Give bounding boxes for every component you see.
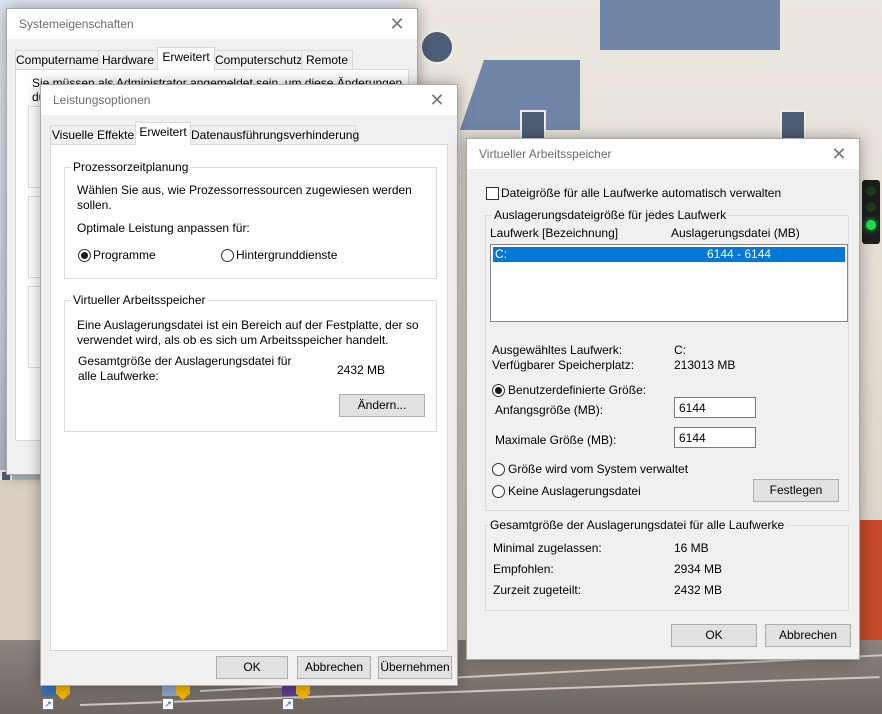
change-button[interactable]: Ändern... xyxy=(339,394,425,417)
ok-button[interactable]: OK xyxy=(671,624,757,647)
recommended-label: Empfohlen: xyxy=(493,562,554,576)
drive-size: 6144 - 6144 xyxy=(707,247,772,261)
group-title: Gesamtgröße der Auslagerungsdatei für al… xyxy=(488,518,787,532)
group-title: Auslagerungsdateigröße für jedes Laufwer… xyxy=(492,208,729,222)
apply-button[interactable]: Übernehmen xyxy=(378,656,452,679)
shield-icon xyxy=(176,684,190,700)
min-label: Minimal zugelassen: xyxy=(493,541,602,555)
titlebar: Leistungsoptionen ✕ xyxy=(41,85,457,115)
dialog-title: Leistungsoptionen xyxy=(53,93,151,107)
radio-programs[interactable] xyxy=(78,249,91,262)
traffic-light xyxy=(862,180,880,244)
radio-system-managed[interactable] xyxy=(492,463,505,476)
tab-datenausfuehrungsverhinderung[interactable]: Datenausführungsverhinderung xyxy=(190,125,359,145)
tab-erweitert[interactable]: Erweitert xyxy=(135,122,191,145)
titlebar: Systemeigenschaften ✕ xyxy=(7,9,417,39)
cpu-scheduling-group: Prozessorzeitplanung Wählen Sie aus, wie… xyxy=(64,160,437,279)
vm-total-label: Gesamtgröße der Auslagerungsdatei für al… xyxy=(78,354,292,383)
recommended-value: 2934 MB xyxy=(674,562,723,576)
desktop-shortcut[interactable]: ↗ xyxy=(162,682,194,710)
cpu-description: Wählen Sie aus, wie Prozessorressourcen … xyxy=(77,183,412,212)
close-icon[interactable]: ✕ xyxy=(829,144,849,164)
shield-icon xyxy=(296,684,310,700)
initial-size-label: Anfangsgröße (MB): xyxy=(495,403,604,417)
column-size: Auslagerungsdatei (MB) xyxy=(671,226,800,240)
tab-visuelle-effekte[interactable]: Visuelle Effekte xyxy=(50,125,136,145)
tab-hardware[interactable]: Hardware xyxy=(98,50,158,70)
min-value: 16 MB xyxy=(674,541,709,555)
radio-no-paging-file-label[interactable]: Keine Auslagerungsdatei xyxy=(508,484,641,499)
selected-drive-label: Ausgewähltes Laufwerk: xyxy=(492,343,623,357)
max-size-label: Maximale Größe (MB): xyxy=(495,433,617,447)
radio-custom-size-label[interactable]: Benutzerdefinierte Größe: xyxy=(508,383,646,398)
tab-panel: Prozessorzeitplanung Wählen Sie aus, wie… xyxy=(50,144,448,651)
free-space-value: 213013 MB xyxy=(674,358,736,372)
radio-system-managed-label[interactable]: Größe wird vom System verwaltet xyxy=(508,462,688,477)
radio-background-services-label[interactable]: Hintergrunddienste xyxy=(236,248,337,263)
titlebar: Virtueller Arbeitsspeicher ✕ xyxy=(467,139,859,169)
close-icon[interactable]: ✕ xyxy=(427,90,447,110)
desktop-shortcut[interactable]: ↗ xyxy=(42,682,74,710)
dialog-title: Virtueller Arbeitsspeicher xyxy=(479,147,612,161)
free-space-label: Verfügbarer Speicherplatz: xyxy=(492,358,635,372)
set-button[interactable]: Festlegen xyxy=(753,479,839,502)
initial-size-input[interactable]: 6144 xyxy=(674,397,756,418)
adjust-label: Optimale Leistung anpassen für: xyxy=(77,221,250,235)
radio-background-services[interactable] xyxy=(221,249,234,262)
current-label: Zurzeit zugeteilt: xyxy=(493,583,582,597)
virtueller-arbeitsspeicher-dialog: Virtueller Arbeitsspeicher ✕ Dateigröße … xyxy=(466,138,860,660)
cancel-button[interactable]: Abbrechen xyxy=(297,656,371,679)
auto-manage-label[interactable]: Dateigröße für alle Laufwerke automatisc… xyxy=(501,186,781,201)
round-window xyxy=(420,30,454,64)
vm-description: Eine Auslagerungsdatei ist ein Bereich a… xyxy=(77,318,419,347)
dialog-title: Systemeigenschaften xyxy=(19,17,134,31)
drive-list[interactable]: C: 6144 - 6144 xyxy=(490,244,848,322)
roof xyxy=(600,0,780,50)
red-building xyxy=(858,520,882,640)
drive-letter: C: xyxy=(495,247,507,261)
group-title: Prozessorzeitplanung xyxy=(71,160,191,174)
shortcut-arrow-icon: ↗ xyxy=(162,698,174,710)
radio-programs-label[interactable]: Programme xyxy=(93,248,156,263)
desktop-shortcut[interactable]: ↗ xyxy=(282,682,314,710)
auto-manage-checkbox[interactable] xyxy=(486,187,499,200)
leistungsoptionen-dialog: Leistungsoptionen ✕ Visuelle Effekte Erw… xyxy=(40,84,458,686)
tab-computername[interactable]: Computername xyxy=(15,50,99,70)
shield-icon xyxy=(56,684,70,700)
current-value: 2432 MB xyxy=(674,583,723,597)
totals-group: Gesamtgröße der Auslagerungsdatei für al… xyxy=(485,518,849,611)
column-drive: Laufwerk [Bezeichnung] xyxy=(490,226,619,240)
tab-computerschutz[interactable]: Computerschutz xyxy=(214,50,302,70)
cancel-button[interactable]: Abbrechen xyxy=(765,624,851,647)
tab-remote[interactable]: Remote xyxy=(301,50,353,70)
selected-drive-value: C: xyxy=(674,343,686,357)
radio-no-paging-file[interactable] xyxy=(492,485,505,498)
radio-custom-size[interactable] xyxy=(492,384,505,397)
group-title: Virtueller Arbeitsspeicher xyxy=(71,293,208,307)
tab-erweitert[interactable]: Erweitert xyxy=(157,47,215,70)
drive-row[interactable]: C: 6144 - 6144 xyxy=(493,247,845,262)
ok-button[interactable]: OK xyxy=(216,656,288,679)
shortcut-arrow-icon: ↗ xyxy=(282,698,294,710)
per-drive-group: Auslagerungsdateigröße für jedes Laufwer… xyxy=(485,208,849,511)
shortcut-arrow-icon: ↗ xyxy=(42,698,54,710)
vm-total-value: 2432 MB xyxy=(337,363,386,377)
virtual-memory-group: Virtueller Arbeitsspeicher Eine Auslager… xyxy=(64,293,437,432)
close-icon[interactable]: ✕ xyxy=(387,14,407,34)
max-size-input[interactable]: 6144 xyxy=(674,427,756,448)
